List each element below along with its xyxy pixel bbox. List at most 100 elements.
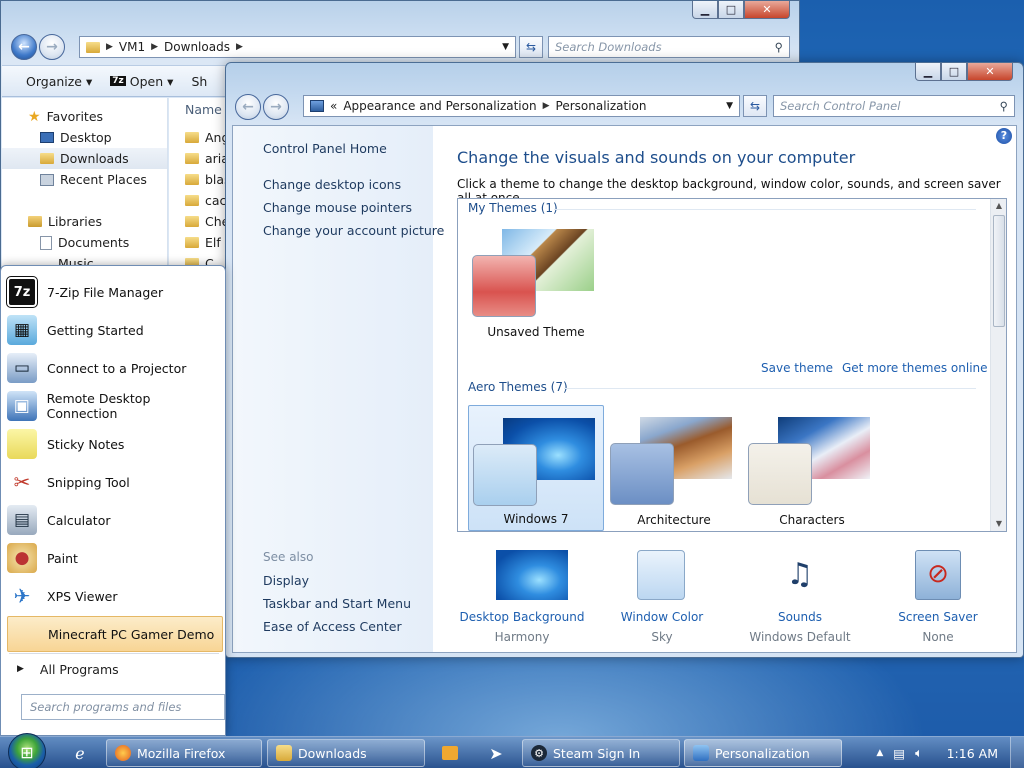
start-item-snipping-tool[interactable]: ✂ Snipping Tool	[7, 464, 223, 500]
display-link[interactable]: Display	[263, 573, 309, 588]
media-player-icon[interactable]	[438, 741, 462, 765]
address-bar[interactable]: « Appearance and Personalization ▶ Perso…	[303, 95, 740, 117]
nav-libraries[interactable]: Libraries	[2, 211, 167, 232]
volume-icon[interactable]: 🔈︎	[915, 745, 923, 761]
start-item-remote-desktop[interactable]: ▣ Remote Desktop Connection	[7, 388, 223, 424]
search-input[interactable]: Search Downloads ⚲	[548, 36, 790, 58]
window-color-item[interactable]: Window Color Sky	[597, 546, 727, 646]
maximize-button[interactable]: □	[718, 1, 744, 19]
maximize-button[interactable]: □	[941, 63, 967, 81]
network-icon[interactable]: ▤	[893, 746, 905, 761]
start-item-paint[interactable]: ● Paint	[7, 540, 223, 576]
breadcrumb-appearance[interactable]: Appearance and Personalization	[343, 99, 536, 113]
change-mouse-pointers-link[interactable]: Change mouse pointers	[263, 200, 412, 215]
file-item[interactable]: cac	[185, 190, 226, 211]
help-icon[interactable]: ?	[996, 128, 1012, 144]
theme-characters[interactable]: Characters	[744, 405, 880, 531]
show-hidden-icons-icon[interactable]: ▲	[876, 748, 883, 758]
windows-logo-icon: ⊞	[20, 742, 34, 762]
sounds-item[interactable]: ♫ Sounds Windows Default	[735, 546, 865, 646]
show-desktop-button[interactable]	[1010, 737, 1024, 768]
address-dropdown-icon[interactable]: ▼	[502, 42, 509, 52]
start-item-minecraft[interactable]: Minecraft PC Gamer Demo	[7, 616, 223, 652]
start-item-xps-viewer[interactable]: ✈ XPS Viewer	[7, 578, 223, 614]
taskbar-start-menu-link[interactable]: Taskbar and Start Menu	[263, 596, 411, 611]
theme-architecture[interactable]: Architecture	[606, 405, 742, 531]
save-theme-link[interactable]: Save theme	[761, 361, 833, 375]
breadcrumb-vm1[interactable]: VM1	[119, 40, 145, 54]
get-more-themes-link[interactable]: Get more themes online	[842, 361, 988, 375]
nav-downloads[interactable]: Downloads	[2, 148, 167, 169]
file-item[interactable]: Che	[185, 211, 229, 232]
change-account-picture-link[interactable]: Change your account picture	[263, 223, 444, 238]
internet-explorer-icon[interactable]: ℯ	[68, 741, 92, 765]
file-item[interactable]: blas	[185, 169, 231, 190]
nav-favorites[interactable]: ★ Favorites	[2, 106, 167, 127]
column-header-name[interactable]: Name	[185, 102, 222, 117]
minimize-button[interactable]: ▁	[692, 1, 718, 19]
ease-of-access-link[interactable]: Ease of Access Center	[263, 619, 402, 634]
desktop-background-link[interactable]: Desktop Background	[457, 610, 587, 624]
all-programs-button[interactable]: ▶ All Programs	[11, 657, 217, 681]
search-input[interactable]: Search Control Panel ⚲	[773, 95, 1015, 117]
back-button[interactable]: ←	[11, 34, 37, 60]
desktop-background-item[interactable]: Desktop Background Harmony	[457, 546, 587, 646]
scroll-up-icon[interactable]: ▲	[991, 199, 1006, 213]
breadcrumb-overflow[interactable]: «	[330, 99, 337, 113]
nav-desktop[interactable]: Desktop	[2, 127, 167, 148]
breadcrumb-personalization[interactable]: Personalization	[556, 99, 647, 113]
taskbar-button-personalization[interactable]: Personalization	[684, 739, 842, 767]
close-button[interactable]: ✕	[967, 63, 1013, 81]
taskbar-button-firefox[interactable]: Mozilla Firefox	[106, 739, 262, 767]
start-button[interactable]: ⊞	[8, 733, 46, 768]
open-button[interactable]: 7z Open ▾	[110, 74, 173, 89]
taskbar-button-downloads[interactable]: Downloads	[267, 739, 425, 767]
start-item-projector[interactable]: ▭ Connect to a Projector	[7, 350, 223, 386]
calculator-icon: ▤	[7, 505, 37, 535]
sounds-link[interactable]: Sounds	[735, 610, 865, 624]
start-item-sticky-notes[interactable]: Sticky Notes	[7, 426, 223, 462]
network-app-icon[interactable]: ➤	[484, 741, 508, 765]
organize-button[interactable]: Organize ▾	[26, 74, 92, 89]
desktop-background-value: Harmony	[494, 630, 550, 644]
close-button[interactable]: ✕	[744, 1, 790, 19]
theme-windows-7[interactable]: Windows 7	[468, 405, 604, 531]
forward-button[interactable]: →	[263, 94, 289, 120]
window-color-link[interactable]: Window Color	[597, 610, 727, 624]
nav-recent-places[interactable]: Recent Places	[2, 169, 167, 190]
share-button[interactable]: Sh	[191, 74, 207, 89]
change-desktop-icons-link[interactable]: Change desktop icons	[263, 177, 401, 192]
back-button[interactable]: ←	[235, 94, 261, 120]
file-item[interactable]: Elf	[185, 232, 221, 253]
screen-saver-item[interactable]: ⊘ Screen Saver None	[873, 546, 1003, 646]
address-bar[interactable]: ▶ VM1 ▶ Downloads ▶ ▼	[79, 36, 516, 58]
breadcrumb-downloads[interactable]: Downloads	[164, 40, 230, 54]
taskbar-button-steam[interactable]: ⚙ Steam Sign In	[522, 739, 680, 767]
theme-list-scrollbar[interactable]: ▲ ▼	[990, 199, 1006, 531]
start-item-7zip[interactable]: 7z 7-Zip File Manager	[6, 274, 223, 310]
refresh-button[interactable]: ⇆	[519, 36, 543, 58]
forward-button[interactable]: →	[39, 34, 65, 60]
start-item-calculator[interactable]: ▤ Calculator	[7, 502, 223, 538]
file-item[interactable]: aria	[185, 148, 229, 169]
arrow-right-icon: ▶	[17, 664, 24, 674]
start-item-label: Snipping Tool	[47, 474, 130, 490]
file-item[interactable]: Ang	[185, 127, 229, 148]
clock[interactable]: 1:16 AM	[933, 746, 998, 761]
breadcrumb-arrow-icon[interactable]: ▶	[151, 42, 158, 52]
start-item-getting-started[interactable]: ▦ Getting Started	[7, 312, 223, 348]
refresh-button[interactable]: ⇆	[743, 95, 767, 117]
scroll-thumb[interactable]	[993, 215, 1005, 327]
breadcrumb-arrow-icon[interactable]: ▶	[543, 101, 550, 111]
breadcrumb-arrow-icon[interactable]: ▶	[106, 42, 113, 52]
scroll-down-icon[interactable]: ▼	[991, 517, 1006, 531]
breadcrumb-arrow-icon[interactable]: ▶	[236, 42, 243, 52]
minimize-button[interactable]: ▁	[915, 63, 941, 81]
theme-unsaved[interactable]: Unsaved Theme	[468, 217, 604, 343]
control-panel-home-link[interactable]: Control Panel Home	[263, 141, 387, 156]
screen-saver-link[interactable]: Screen Saver	[873, 610, 1003, 624]
nav-documents[interactable]: Documents	[2, 232, 167, 253]
address-dropdown-icon[interactable]: ▼	[726, 101, 733, 111]
start-search-input[interactable]: Search programs and files	[21, 694, 225, 720]
start-item-label: Getting Started	[47, 322, 144, 338]
